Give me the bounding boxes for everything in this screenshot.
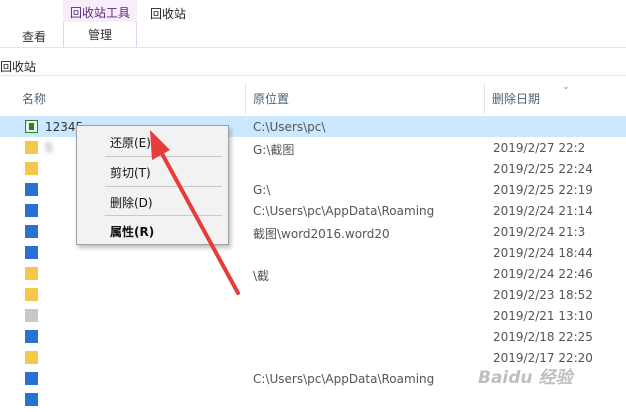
watermark: Baidu 经验	[478, 368, 573, 388]
annotation-arrow	[150, 130, 240, 295]
annotation-arrow-shaft	[158, 148, 240, 295]
annotation-arrow-head	[150, 130, 170, 160]
